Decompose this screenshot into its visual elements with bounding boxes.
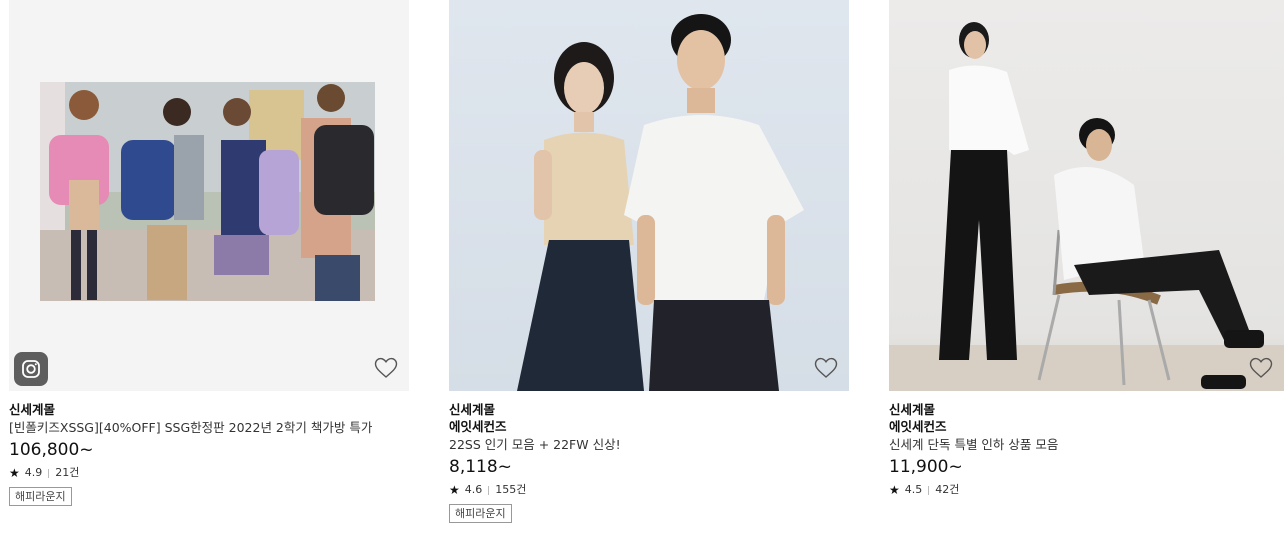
rating-row: ★ 4.6 155건 [449,482,849,498]
product-price: 8,118~ [449,457,512,477]
product-price: 106,800~ [9,440,94,460]
rating-value: 4.6 [464,483,483,496]
brand-name[interactable]: 에잇세컨즈 [889,418,1284,435]
product-title[interactable]: 22SS 인기 모음 + 22FW 신상! [449,436,849,454]
review-count: 21건 [55,466,80,479]
divider [48,468,50,478]
rating-row: ★ 4.9 21건 [9,465,409,481]
product-image[interactable] [449,0,849,391]
rating-row: ★ 4.5 42건 [889,482,1284,498]
star-icon: ★ [889,483,900,497]
product-title[interactable]: 신세계 단독 특별 인하 상품 모음 [889,436,1284,454]
happy-lounge-badge: 해피라운지 [9,487,72,506]
brand-name[interactable]: 에잇세컨즈 [449,418,849,435]
divider [928,485,930,495]
review-count: 155건 [495,483,527,496]
review-count: 42건 [935,483,960,496]
heart-outline-icon[interactable] [374,357,398,379]
star-icon: ★ [449,483,460,497]
kids-backpacks-image [40,82,375,301]
mall-name[interactable]: 신세계몰 [889,401,1284,418]
mall-name[interactable]: 신세계몰 [449,401,849,418]
heart-outline-icon[interactable] [1249,357,1273,379]
product-price: 11,900~ [889,457,963,477]
instagram-icon[interactable] [14,352,48,386]
product-card[interactable]: 신세계몰 [빈폴키즈XSSG][40%OFF] SSG한정판 2022년 2학기… [9,0,409,506]
couple-fashion-image [517,14,804,391]
divider [488,485,490,495]
star-icon: ★ [9,466,20,480]
product-card[interactable]: 신세계몰 에잇세컨즈 22SS 인기 모음 + 22FW 신상! 8,118~ … [449,0,849,523]
heart-outline-icon[interactable] [814,357,838,379]
rating-value: 4.9 [24,466,43,479]
product-card[interactable]: 신세계몰 에잇세컨즈 신세계 단독 특별 인하 상품 모음 11,900~ ★ … [889,0,1284,498]
mall-name[interactable]: 신세계몰 [9,401,409,418]
white-shirt-models-image [889,22,1284,391]
product-title[interactable]: [빈폴키즈XSSG][40%OFF] SSG한정판 2022년 2학기 책가방 … [9,419,409,437]
product-image[interactable] [889,0,1284,391]
happy-lounge-badge: 해피라운지 [449,504,512,523]
product-image[interactable] [9,0,409,391]
rating-value: 4.5 [904,483,923,496]
